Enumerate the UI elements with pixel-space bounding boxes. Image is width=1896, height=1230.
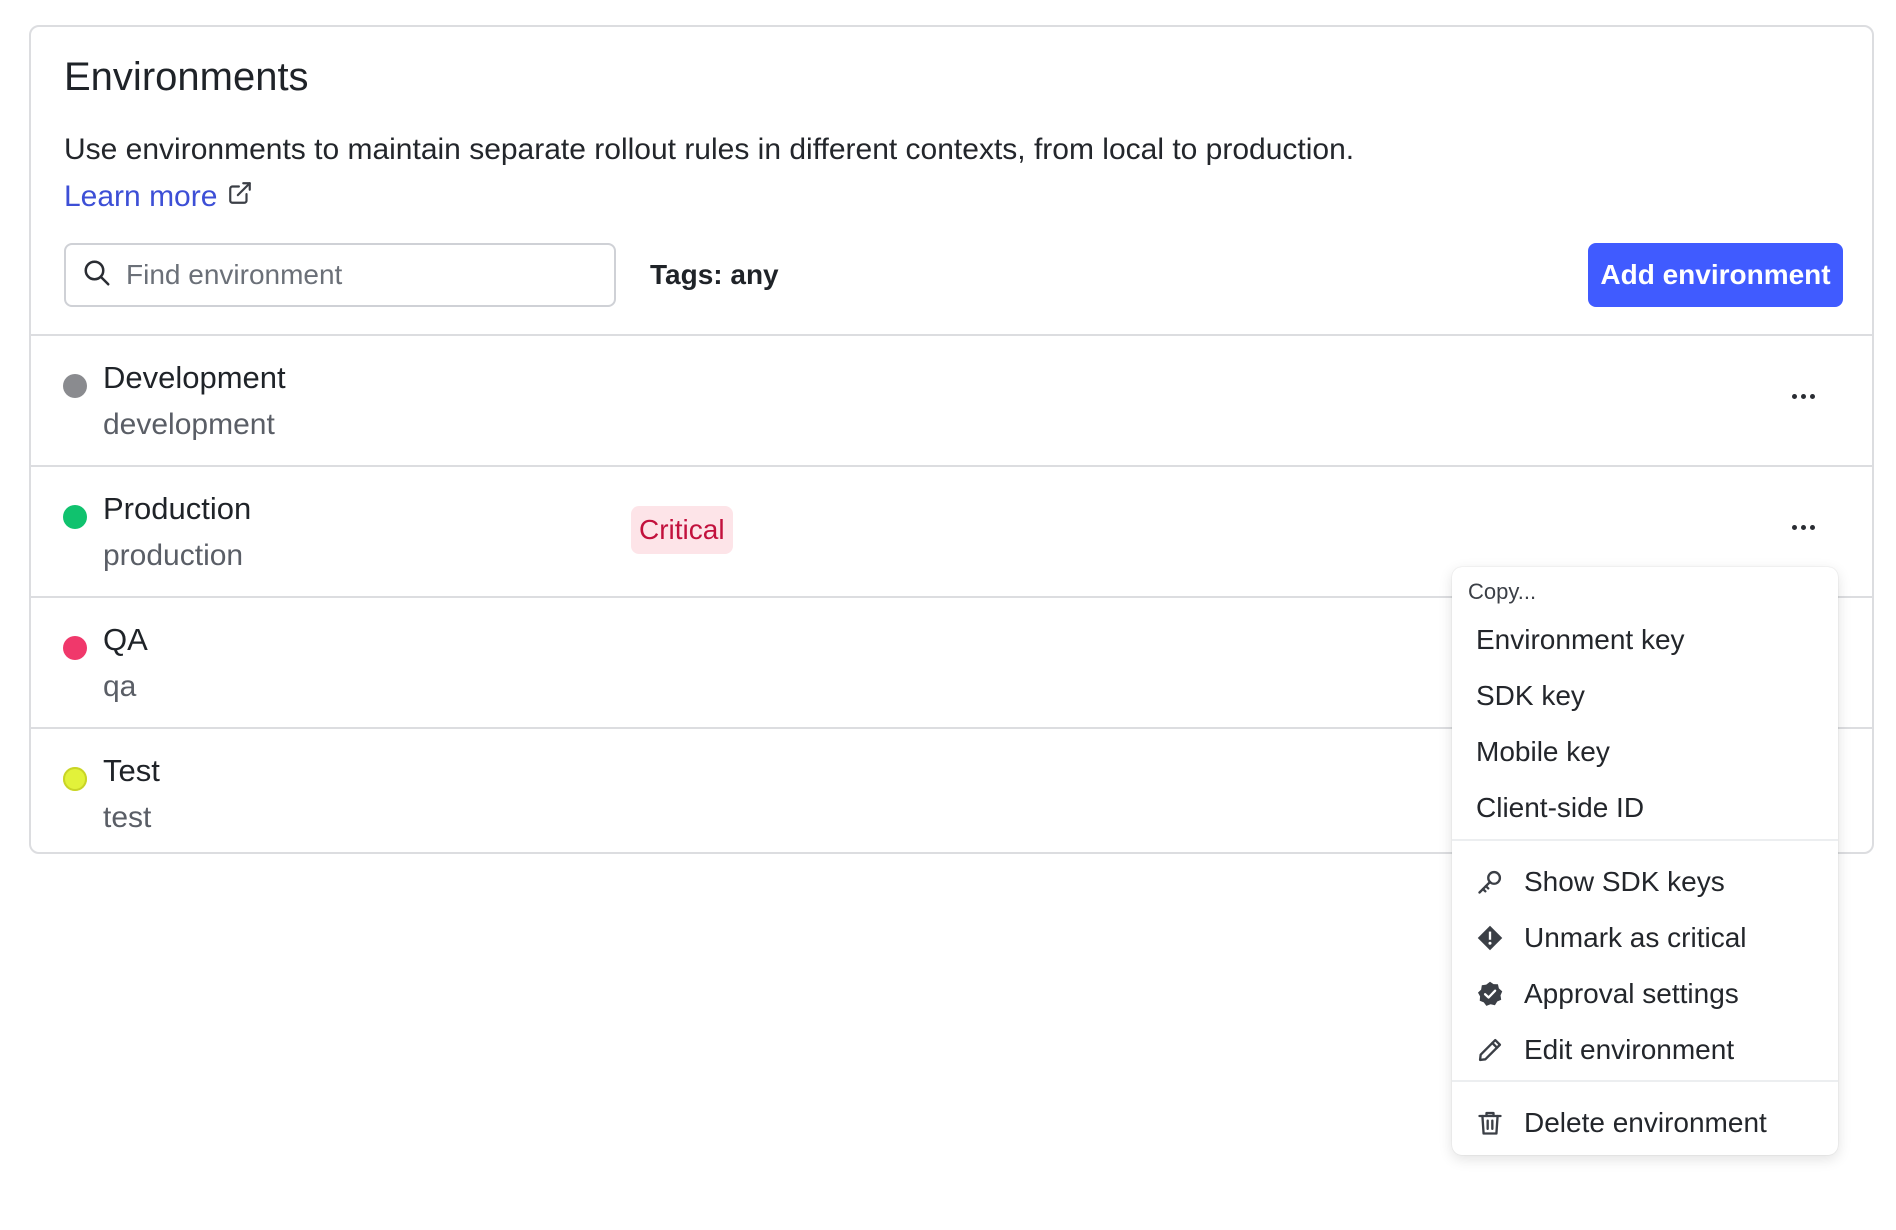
more-dot	[1809, 524, 1815, 530]
more-actions-button[interactable]	[1783, 507, 1823, 547]
alert-diamond-icon	[1476, 924, 1504, 952]
env-color-dot	[63, 505, 87, 529]
copy-client-side-id-item[interactable]: Client-side ID	[1452, 782, 1838, 834]
approval-settings-item[interactable]: Approval settings	[1452, 968, 1838, 1020]
env-key: test	[103, 801, 152, 834]
menu-item-label: Mobile key	[1476, 736, 1610, 767]
show-sdk-keys-item[interactable]: Show SDK keys	[1452, 856, 1838, 908]
pencil-icon	[1476, 1036, 1504, 1064]
copy-sdk-key-item[interactable]: SDK key	[1452, 670, 1838, 722]
copy-section-label: Copy...	[1468, 579, 1537, 604]
page-title: Environments	[64, 55, 309, 99]
env-name: Test	[103, 753, 160, 788]
copy-environment-key-item[interactable]: Environment key	[1452, 614, 1838, 666]
menu-item-label: Delete environment	[1524, 1107, 1767, 1138]
key-icon	[1476, 868, 1504, 896]
search-input[interactable]	[126, 259, 566, 291]
more-dot	[1791, 393, 1797, 399]
card-header: Environments Use environments to maintai…	[31, 27, 1872, 334]
page-description: Use environments to maintain separate ro…	[64, 133, 1355, 166]
menu-item-label: Environment key	[1476, 624, 1685, 655]
menu-item-label: Client-side ID	[1476, 792, 1645, 823]
menu-item-label: Edit environment	[1524, 1034, 1735, 1065]
menu-item-label: Approval settings	[1524, 978, 1739, 1009]
env-color-dot	[63, 374, 87, 398]
menu-divider	[1452, 839, 1838, 841]
learn-more-link[interactable]: Learn more	[64, 180, 253, 214]
menu-item-label: Unmark as critical	[1524, 922, 1747, 953]
tags-filter[interactable]: Tags: any	[650, 259, 779, 291]
more-dot	[1791, 524, 1797, 530]
learn-more-label: Learn more	[64, 180, 218, 213]
verified-badge-icon	[1476, 980, 1504, 1008]
delete-environment-item[interactable]: Delete environment	[1452, 1097, 1838, 1149]
critical-badge: Critical	[631, 506, 733, 554]
env-name: Production	[103, 491, 252, 526]
search-field[interactable]	[64, 243, 616, 307]
env-name: QA	[103, 622, 148, 657]
copy-mobile-key-item[interactable]: Mobile key	[1452, 726, 1838, 778]
env-color-dot	[63, 636, 87, 660]
trash-icon	[1476, 1109, 1504, 1137]
more-actions-button[interactable]	[1783, 376, 1823, 416]
env-color-dot	[63, 767, 87, 791]
env-key: development	[103, 408, 275, 441]
menu-item-label: SDK key	[1476, 680, 1585, 711]
menu-item-label: Show SDK keys	[1524, 866, 1725, 897]
add-environment-button[interactable]: Add environment	[1588, 243, 1843, 307]
env-name: Development	[103, 360, 286, 395]
more-dot	[1800, 393, 1806, 399]
unmark-critical-item[interactable]: Unmark as critical	[1452, 912, 1838, 964]
menu-divider	[1452, 1080, 1838, 1082]
more-dot	[1809, 393, 1815, 399]
environment-actions-menu: Copy... Environment key SDK key Mobile k…	[1452, 567, 1838, 1155]
environment-row[interactable]: Development development	[31, 334, 1872, 464]
env-key: production	[103, 539, 244, 572]
more-dot	[1800, 524, 1806, 530]
search-icon	[82, 258, 112, 293]
edit-environment-item[interactable]: Edit environment	[1452, 1024, 1838, 1076]
external-link-icon	[227, 180, 253, 214]
env-key: qa	[103, 670, 137, 703]
